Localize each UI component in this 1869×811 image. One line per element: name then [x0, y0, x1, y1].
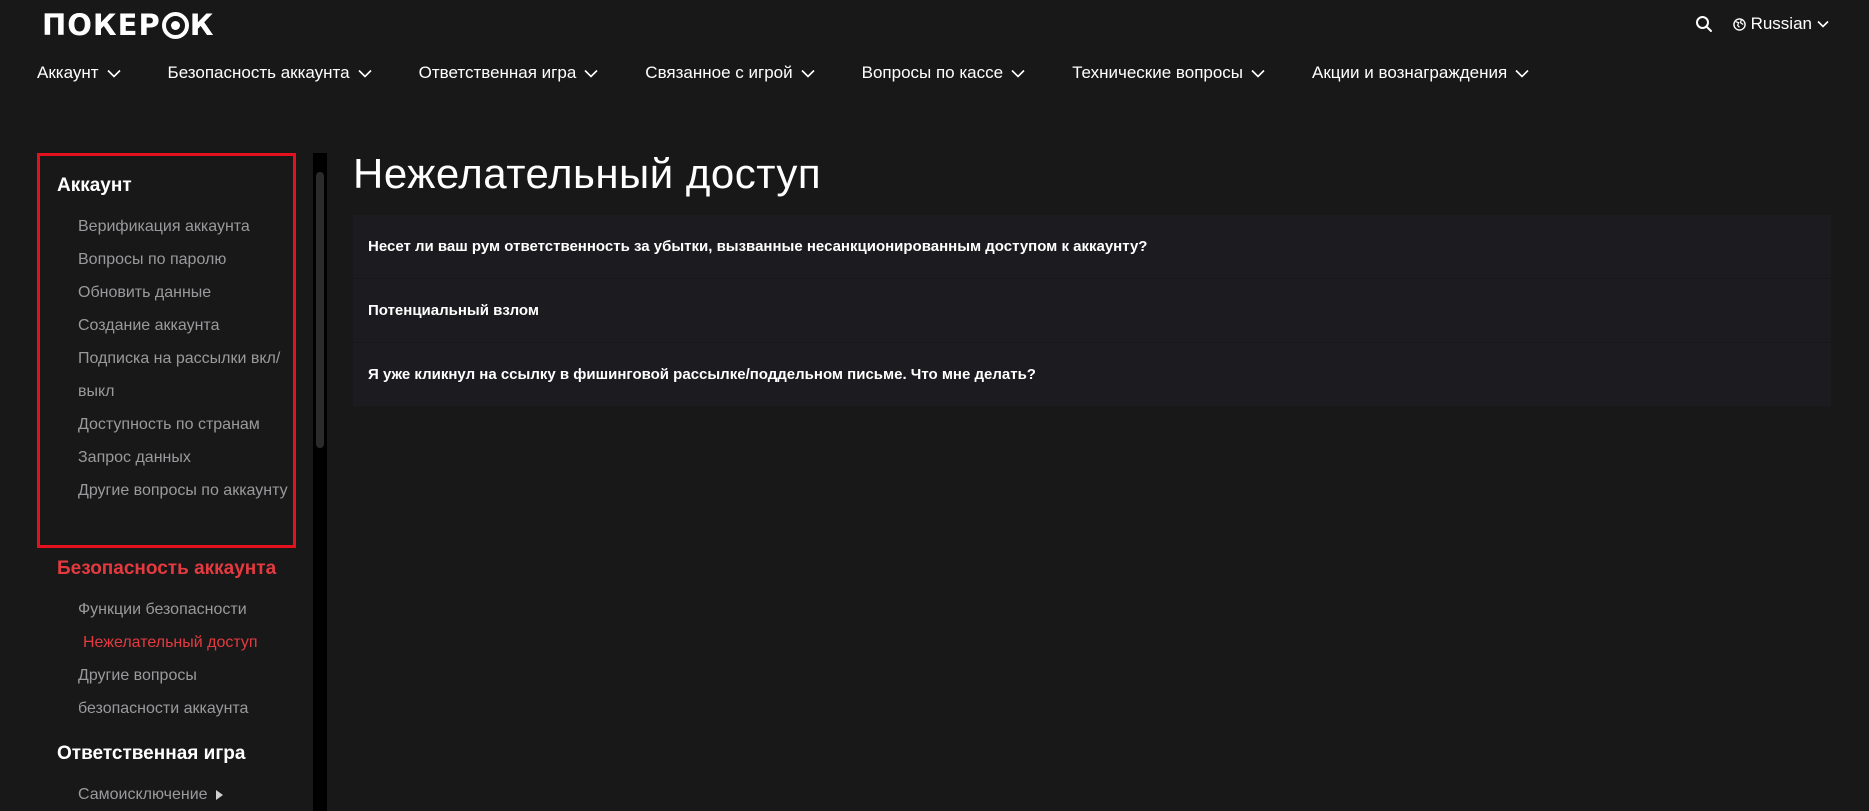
sidebar-item-update-details[interactable]: Обновить данные: [78, 276, 288, 309]
nav-label: Связанное с игрой: [645, 63, 793, 82]
chevron-down-icon: [1515, 69, 1529, 78]
nav-technical[interactable]: Технические вопросы: [1072, 63, 1265, 83]
nav-account-security[interactable]: Безопасность аккаунта: [168, 63, 372, 83]
sidebar-item-self-exclusion[interactable]: Самоисключение: [78, 778, 288, 811]
top-navigation: Аккаунт Безопасность аккаунта Ответствен…: [37, 58, 1529, 88]
language-selector[interactable]: Russian: [1732, 14, 1829, 34]
nav-label: Технические вопросы: [1072, 63, 1244, 82]
logo-text-left: ПОКЕР: [42, 8, 161, 42]
header: ПОКЕР К Russian Аккаунт Безопасность акк…: [0, 0, 1869, 150]
nav-label: Акции и вознаграждения: [1312, 63, 1508, 82]
faq-item-phishing-link[interactable]: Я уже кликнул на ссылку в фишинговой рас…: [353, 343, 1831, 406]
sidebar-item-password[interactable]: Вопросы по паролю: [78, 243, 288, 276]
nav-label: Вопросы по кассе: [861, 63, 1004, 82]
poker-chip-icon: [161, 11, 189, 39]
caret-right-icon: [215, 789, 223, 800]
language-label: Russian: [1750, 14, 1812, 33]
header-tools: Russian: [1695, 10, 1829, 38]
sidebar-item-label: Самоисключение: [78, 786, 208, 803]
search-icon[interactable]: [1695, 15, 1713, 33]
chevron-down-icon: [584, 69, 598, 78]
nav-label: Аккаунт: [37, 63, 99, 82]
chevron-down-icon: [1011, 69, 1025, 78]
pokerok-logo[interactable]: ПОКЕР К: [42, 8, 215, 42]
faq-item-potential-hack[interactable]: Потенциальный взлом: [353, 279, 1831, 342]
sidebar: Аккаунт Верификация аккаунта Вопросы по …: [0, 153, 315, 811]
sidebar-item-mailing-subscription[interactable]: Подписка на рассылки вкл/выкл: [78, 342, 288, 408]
sidebar-section-account-security[interactable]: Безопасность аккаунта: [57, 558, 276, 580]
nav-label: Безопасность аккаунта: [167, 63, 350, 82]
sidebar-item-unwanted-access[interactable]: Нежелательный доступ: [83, 626, 293, 659]
faq-list: Несет ли ваш рум ответственность за убыт…: [353, 215, 1831, 407]
nav-cashier[interactable]: Вопросы по кассе: [862, 63, 1025, 83]
sidebar-section-account[interactable]: Аккаунт: [57, 175, 132, 197]
chevron-down-icon: [1817, 20, 1829, 28]
sidebar-item-other-account[interactable]: Другие вопросы по аккаунту: [78, 474, 288, 507]
nav-account[interactable]: Аккаунт: [37, 63, 121, 83]
chevron-down-icon: [358, 69, 372, 78]
nav-promotions[interactable]: Акции и вознаграждения: [1312, 63, 1529, 83]
page-title: Нежелательный доступ: [353, 150, 822, 197]
globe-icon: [1732, 17, 1746, 31]
sidebar-item-account-creation[interactable]: Создание аккаунта: [78, 309, 288, 342]
sidebar-scrollbar[interactable]: [313, 153, 327, 811]
sidebar-item-account-verification[interactable]: Верификация аккаунта: [78, 210, 288, 243]
scrollbar-thumb[interactable]: [316, 172, 324, 448]
nav-game-related[interactable]: Связанное с игрой: [645, 63, 815, 83]
nav-responsible-gaming[interactable]: Ответственная игра: [419, 63, 599, 83]
sidebar-item-country-availability[interactable]: Доступность по странам: [78, 408, 288, 441]
logo-text-right: К: [189, 8, 215, 42]
sidebar-item-security-features[interactable]: Функции безопасности: [78, 593, 288, 626]
chevron-down-icon: [106, 69, 121, 78]
nav-label: Ответственная игра: [418, 63, 577, 82]
chevron-down-icon: [1251, 69, 1265, 78]
chevron-down-icon: [801, 69, 815, 78]
sidebar-item-data-request[interactable]: Запрос данных: [78, 441, 288, 474]
sidebar-item-other-security[interactable]: Другие вопросы безопасности аккаунта: [78, 659, 288, 725]
sidebar-section-responsible-gaming[interactable]: Ответственная игра: [57, 743, 245, 765]
faq-item-liability[interactable]: Несет ли ваш рум ответственность за убыт…: [353, 215, 1831, 278]
